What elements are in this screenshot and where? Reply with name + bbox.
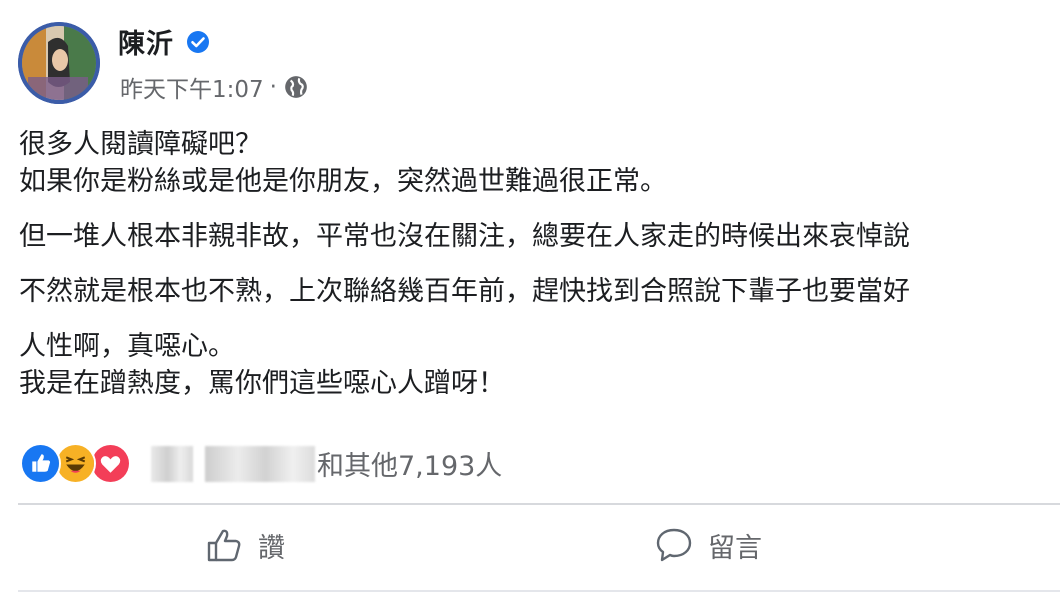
post-paragraph: 很多人閱讀障礙吧？ 如果你是粉絲或是他是你朋友，突然過世難過很正常。 xyxy=(19,126,1060,200)
blurred-name xyxy=(151,445,193,482)
divider xyxy=(18,590,1060,592)
comment-label: 留言 xyxy=(708,532,762,564)
post-paragraph: 不然就是根本也不熟，上次聯絡幾百年前，趕快找到合照說下輩子也要當好 xyxy=(19,273,1060,310)
meta-separator: · xyxy=(269,74,277,100)
globe-icon[interactable] xyxy=(283,74,309,100)
post-line: 我是在蹭熱度，罵你們這些噁心人蹭呀！ xyxy=(19,368,505,399)
post-paragraph: 但一堆人根本非親非故，平常也沒在關注，總要在人家走的時候出來哀悼說 xyxy=(19,218,1060,255)
post-line: 但一堆人根本非親非故，平常也沒在關注，總要在人家走的時候出來哀悼說 xyxy=(19,221,910,252)
post-line: 人性啊，真噁心。 xyxy=(19,331,235,362)
post-paragraph: 人性啊，真噁心。 我是在蹭熱度，罵你們這些噁心人蹭呀！ xyxy=(19,328,1060,402)
like-button[interactable]: 讚 xyxy=(204,525,285,565)
thumbs-up-icon xyxy=(207,529,241,562)
love-reaction-icon xyxy=(90,443,131,484)
post-line: 很多人閱讀障礙吧？ xyxy=(19,129,262,160)
haha-reaction-icon xyxy=(55,443,96,484)
post-body: 很多人閱讀障礙吧？ 如果你是粉絲或是他是你朋友，突然過世難過很正常。 但一堆人根… xyxy=(19,126,1060,420)
comment-button[interactable]: 留言 xyxy=(654,525,762,565)
post-line: 如果你是粉絲或是他是你朋友，突然過世難過很正常。 xyxy=(19,166,667,197)
post-line: 不然就是根本也不熟，上次聯絡幾百年前，趕快找到合照說下輩子也要當好 xyxy=(19,276,910,307)
comment-icon xyxy=(656,528,692,562)
reactions-summary[interactable]: 和其他7,193人 xyxy=(20,443,502,484)
divider xyxy=(18,503,1060,505)
like-label: 讚 xyxy=(258,532,285,564)
avatar-image xyxy=(18,22,100,104)
post-timestamp[interactable]: 昨天下午1:07 xyxy=(120,70,264,104)
author-name[interactable]: 陳沂 xyxy=(118,22,174,61)
author-avatar[interactable] xyxy=(18,22,100,104)
verified-badge-icon xyxy=(187,30,209,53)
blurred-name xyxy=(205,445,315,482)
reaction-count[interactable]: 和其他7,193人 xyxy=(317,444,502,483)
like-reaction-icon xyxy=(20,443,61,484)
